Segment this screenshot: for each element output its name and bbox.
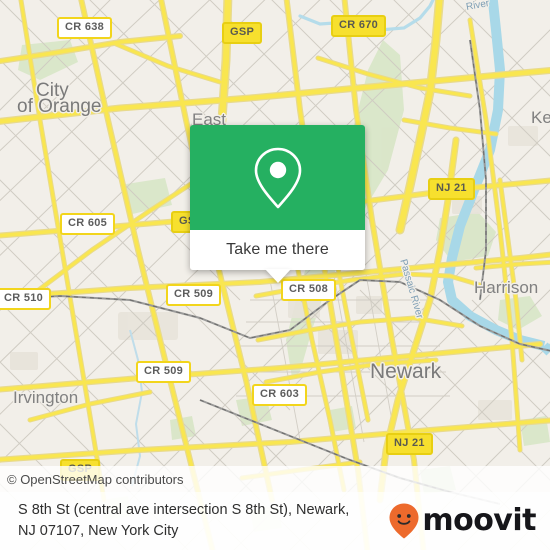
location-popup-card[interactable]: Take me there bbox=[190, 125, 365, 283]
address-line-2: NJ 07107, New York City bbox=[18, 523, 179, 539]
moovit-wordmark: moovit bbox=[422, 503, 536, 538]
map-pin-icon bbox=[254, 147, 301, 208]
shield-cr-670-1[interactable]: CR 670 bbox=[331, 15, 387, 37]
map-attribution-bar: © OpenStreetMap contributors bbox=[0, 466, 550, 492]
shield-nj-21-1[interactable]: NJ 21 bbox=[428, 178, 475, 200]
popup-tail-arrow bbox=[264, 269, 291, 283]
osm-attribution-text: © OpenStreetMap contributors bbox=[7, 471, 184, 487]
moovit-map-screen: City of Orange East Ke Harrison Newark I… bbox=[0, 0, 550, 550]
popup-pin-panel bbox=[190, 125, 365, 230]
shield-nj-21-2[interactable]: NJ 21 bbox=[386, 433, 433, 455]
shield-cr-509-2[interactable]: CR 509 bbox=[136, 361, 192, 383]
shield-cr-510-1[interactable]: CR 510 bbox=[0, 288, 52, 310]
moovit-pin-icon bbox=[389, 503, 419, 539]
address-text: S 8th St (central ave intersection S 8th… bbox=[18, 500, 349, 542]
shield-cr-509-1[interactable]: CR 509 bbox=[166, 284, 222, 306]
take-me-there-button[interactable]: Take me there bbox=[190, 230, 365, 270]
moovit-logo[interactable]: moovit bbox=[388, 502, 536, 540]
footer-bar: S 8th St (central ave intersection S 8th… bbox=[0, 492, 550, 550]
shield-cr-605-1[interactable]: CR 605 bbox=[60, 213, 116, 235]
take-me-there-label: Take me there bbox=[226, 241, 329, 258]
shield-gsp-1[interactable]: GSP bbox=[222, 22, 263, 44]
address-line-1: S 8th St (central ave intersection S 8th… bbox=[18, 502, 350, 518]
shield-cr-638-1[interactable]: CR 638 bbox=[57, 17, 113, 39]
shield-cr-603-1[interactable]: CR 603 bbox=[252, 384, 308, 406]
